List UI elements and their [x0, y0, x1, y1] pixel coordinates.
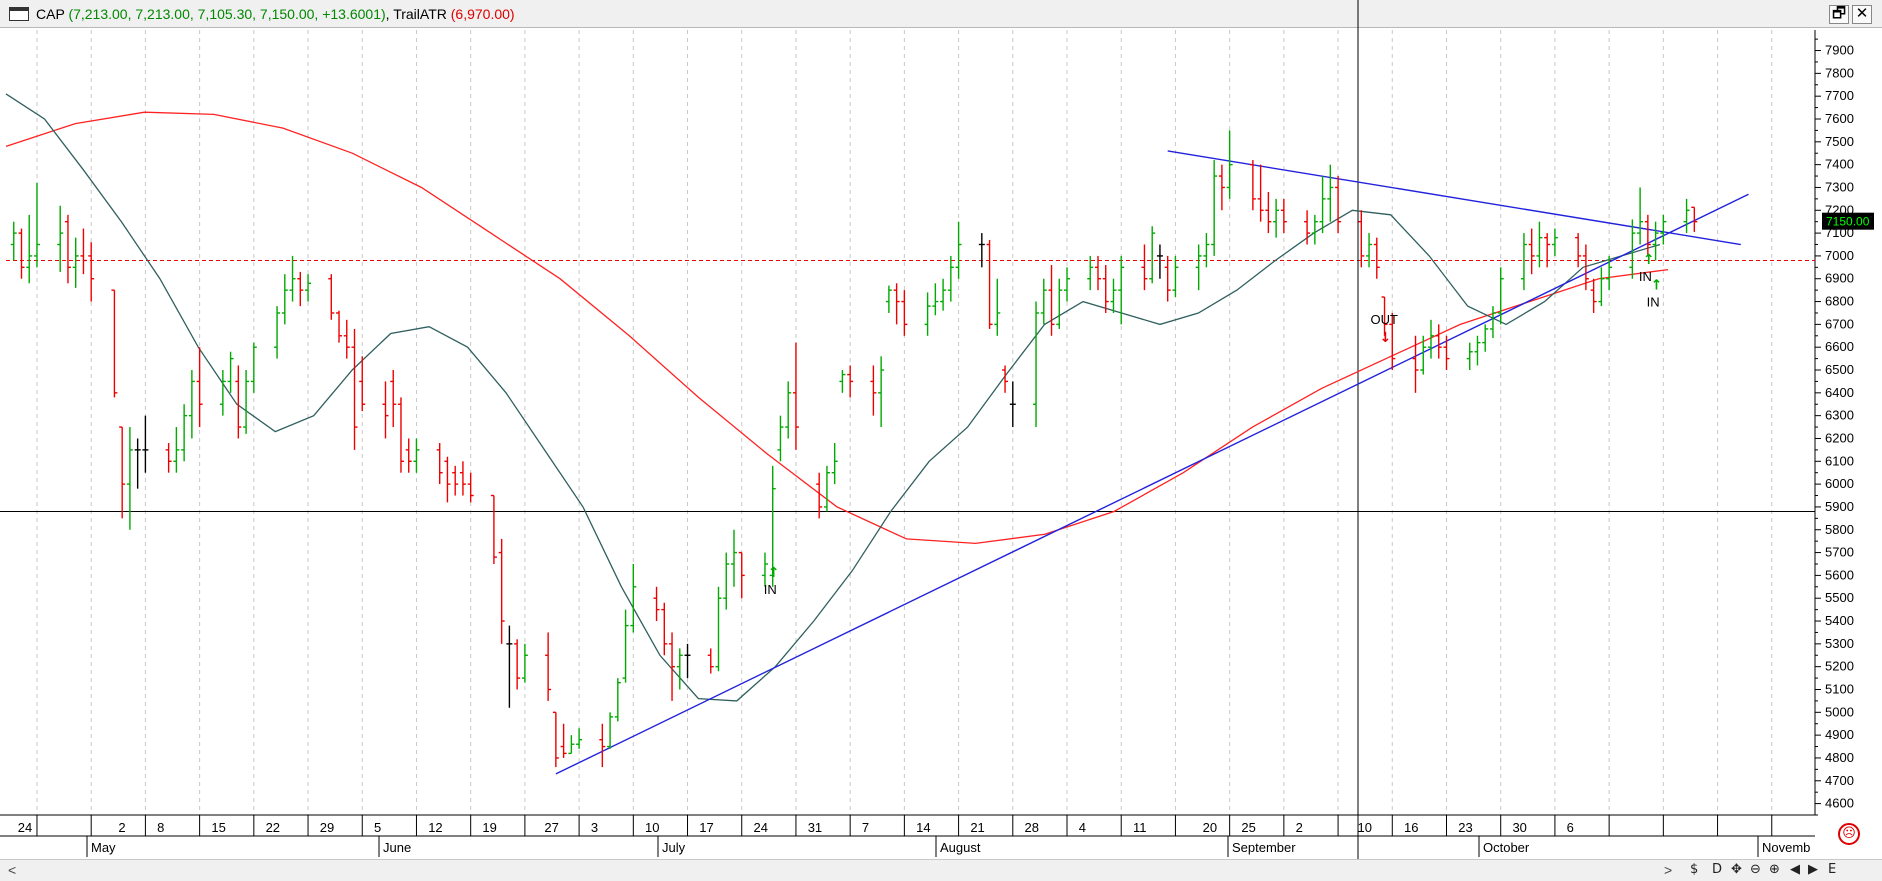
price-chart[interactable]: 4600 4700 4800 4900 5000 5100 5200 5300 5400 5500…: [0, 0, 1882, 859]
y-tick-label: 4800: [1825, 750, 1854, 765]
x-day-label: 22: [266, 820, 280, 835]
x-day-label: 25: [1241, 820, 1255, 835]
x-month-label: June: [383, 840, 411, 855]
y-tick-label: 7600: [1825, 111, 1854, 126]
x-day-label: 31: [808, 820, 822, 835]
signal-label-in: IN: [1647, 294, 1660, 309]
y-tick-label: 4700: [1825, 773, 1854, 788]
plot-area: [0, 30, 1882, 815]
y-tick-label: 6600: [1825, 339, 1854, 354]
y-tick-label: 5100: [1825, 681, 1854, 696]
y-tick-label: 5900: [1825, 499, 1854, 514]
x-day-label: 10: [645, 820, 659, 835]
scroll-right-arrow[interactable]: >: [1664, 862, 1672, 878]
x-day-label: 2: [118, 820, 125, 835]
x-month-label: July: [662, 840, 686, 855]
x-day-label: 24: [753, 820, 767, 835]
y-tick-label: 5000: [1825, 704, 1854, 719]
y-tick-label: 7500: [1825, 134, 1854, 149]
y-tick-label: 5600: [1825, 567, 1854, 582]
signal-label-in: IN: [764, 582, 777, 597]
x-month-label: October: [1483, 840, 1530, 855]
y-tick-label: 7300: [1825, 179, 1854, 194]
zoom-out-icon[interactable]: ⊖: [1750, 862, 1761, 877]
x-month-label: September: [1232, 840, 1296, 855]
y-tick-label: 4600: [1825, 796, 1854, 811]
scroll-forward-icon[interactable]: ▶: [1808, 862, 1818, 877]
x-day-label: 19: [482, 820, 496, 835]
y-tick-label: 6200: [1825, 430, 1854, 445]
x-day-label: 8: [157, 820, 164, 835]
y-tick-label: 7900: [1825, 43, 1854, 58]
x-day-label: 20: [1203, 820, 1217, 835]
x-day-label: 15: [211, 820, 225, 835]
x-day-label: 14: [916, 820, 930, 835]
buy-arrow-icon: ↑: [768, 565, 780, 581]
x-day-label: 16: [1404, 820, 1418, 835]
x-month-label: May: [91, 840, 116, 855]
sad-face-icon[interactable]: ☹: [1838, 823, 1860, 845]
buy-arrow-icon: ↑: [1643, 252, 1655, 268]
x-day-label: 27: [544, 820, 558, 835]
x-day-label: 23: [1458, 820, 1472, 835]
x-day-label: 12: [428, 820, 442, 835]
x-day-label: 7: [862, 820, 869, 835]
x-day-label: 28: [1025, 820, 1039, 835]
y-tick-label: 6700: [1825, 316, 1854, 331]
x-day-label: 6: [1567, 820, 1574, 835]
y-tick-label: 4900: [1825, 727, 1854, 742]
sell-arrow-icon: ↓: [1380, 330, 1392, 346]
x-month-label: August: [940, 840, 981, 855]
y-tick-label: 7700: [1825, 88, 1854, 103]
signal-label-out: OUT: [1371, 312, 1399, 327]
x-day-label: 21: [970, 820, 984, 835]
y-tick-label: 7800: [1825, 65, 1854, 80]
y-tick-label: 6400: [1825, 385, 1854, 400]
scroll-back-icon[interactable]: ◀: [1790, 862, 1800, 877]
zoom-in-icon[interactable]: ⊕: [1769, 862, 1780, 877]
x-day-label: 3: [591, 820, 598, 835]
horizontal-scrollbar[interactable]: < > $ D ✥ ⊖ ⊕ ◀ ▶ E: [0, 859, 1882, 881]
pan-tool-icon[interactable]: ✥: [1731, 862, 1742, 877]
y-tick-label: 5300: [1825, 636, 1854, 651]
x-day-label: 10: [1358, 820, 1372, 835]
y-tick-label: 6500: [1825, 362, 1854, 377]
y-tick-label: 7000: [1825, 248, 1854, 263]
x-day-label: 11: [1133, 820, 1147, 835]
x-day-label: 17: [699, 820, 713, 835]
y-tick-label: 6000: [1825, 476, 1854, 491]
y-tick-label: 6300: [1825, 408, 1854, 423]
y-tick-label: 5700: [1825, 545, 1854, 560]
x-day-label: 5: [374, 820, 381, 835]
x-day-label: 2: [1296, 820, 1303, 835]
x-month-label: Novemb: [1762, 840, 1810, 855]
y-tick-label: 5500: [1825, 590, 1854, 605]
d-tool-icon[interactable]: D: [1712, 862, 1722, 877]
x-day-label: 29: [320, 820, 334, 835]
y-tick-label: 7400: [1825, 157, 1854, 172]
y-tick-label: 6100: [1825, 453, 1854, 468]
e-tool-icon[interactable]: E: [1828, 862, 1836, 877]
x-day-label: 24: [18, 820, 32, 835]
y-tick-label: 5400: [1825, 613, 1854, 628]
y-tick-label: 6900: [1825, 271, 1854, 286]
current-price-label: 7150.00: [1826, 215, 1870, 229]
x-day-label: 30: [1512, 820, 1526, 835]
x-day-label: 4: [1079, 820, 1086, 835]
y-tick-label: 6800: [1825, 294, 1854, 309]
scroll-left-arrow[interactable]: <: [8, 862, 16, 878]
y-tick-label: 5800: [1825, 522, 1854, 537]
y-tick-label: 5200: [1825, 659, 1854, 674]
dollar-tool-icon[interactable]: $: [1690, 862, 1698, 877]
buy-arrow-icon: ↑: [1651, 277, 1663, 293]
